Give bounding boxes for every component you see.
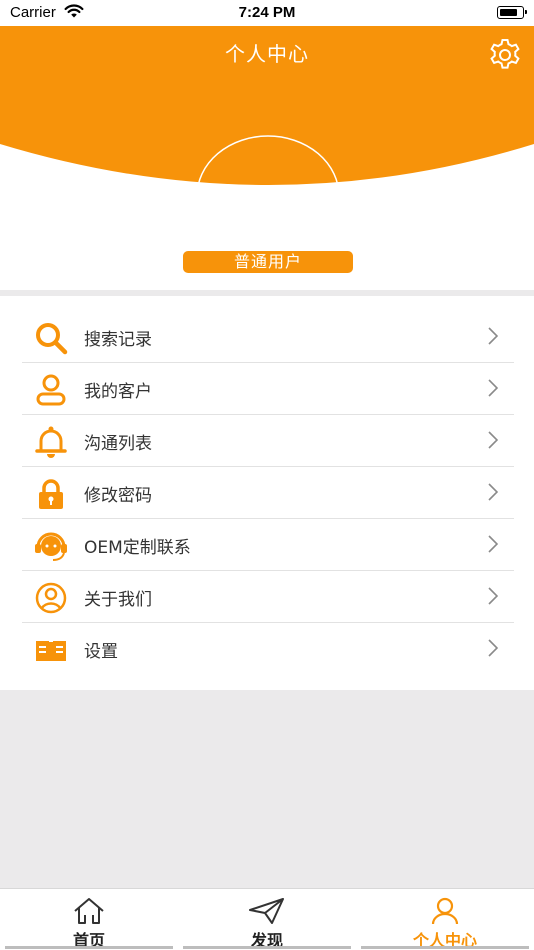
tab-underline: [5, 946, 173, 949]
user-circle-icon: [34, 581, 68, 615]
page-title: 个人中心: [225, 42, 309, 66]
user-type-badge: 普通用户: [183, 251, 353, 273]
person-icon: [356, 897, 534, 925]
chevron-right-icon: [488, 639, 499, 661]
user-icon: [34, 373, 68, 407]
chevron-right-icon: [488, 379, 499, 401]
menu-item-oem-contact[interactable]: OEM定制联系: [22, 519, 514, 571]
menu-item-label: 设置: [84, 642, 118, 662]
lock-icon: [34, 477, 68, 511]
chevron-right-icon: [488, 431, 499, 453]
tab-bar: 首页 发现 个人中心: [0, 888, 534, 950]
menu-item-change-password[interactable]: 修改密码: [22, 467, 514, 519]
chevron-right-icon: [488, 535, 499, 557]
chevron-right-icon: [488, 483, 499, 505]
menu-item-label: 关于我们: [84, 590, 152, 610]
search-icon: [34, 321, 68, 355]
menu-item-settings[interactable]: 设置: [22, 623, 514, 675]
menu-item-about-us[interactable]: 关于我们: [22, 571, 514, 623]
paper-plane-icon: [178, 897, 356, 925]
chevron-right-icon: [488, 587, 499, 609]
battery-icon: [497, 6, 527, 19]
book-icon: [34, 633, 68, 667]
tab-underline: [183, 946, 351, 949]
menu-item-label: 修改密码: [84, 486, 152, 506]
tab-home[interactable]: 首页: [0, 889, 178, 950]
menu-item-search-history[interactable]: 搜索记录: [22, 311, 514, 363]
tab-underline: [361, 946, 529, 949]
menu-item-my-customers[interactable]: 我的客户: [22, 363, 514, 415]
headset-icon: [34, 529, 68, 563]
status-bar: Carrier 7:24 PM: [0, 0, 534, 26]
home-icon: [0, 897, 178, 925]
tab-profile[interactable]: 个人中心: [356, 889, 534, 950]
menu-list: 搜索记录 我的客户 沟通列表 修改密码 OEM定制联系 关于我们 设置: [0, 296, 534, 690]
menu-item-label: 搜索记录: [84, 330, 152, 350]
menu-item-label: OEM定制联系: [84, 538, 191, 558]
profile-header: 个人中心 普通用户: [0, 26, 534, 290]
menu-item-label: 我的客户: [84, 382, 152, 402]
menu-item-label: 沟通列表: [84, 434, 152, 454]
status-time: 7:24 PM: [238, 4, 296, 21]
chevron-right-icon: [488, 327, 499, 349]
tab-discover[interactable]: 发现: [178, 889, 356, 950]
bell-icon: [34, 425, 68, 459]
menu-item-communication-list[interactable]: 沟通列表: [22, 415, 514, 467]
gear-icon[interactable]: [486, 36, 524, 74]
